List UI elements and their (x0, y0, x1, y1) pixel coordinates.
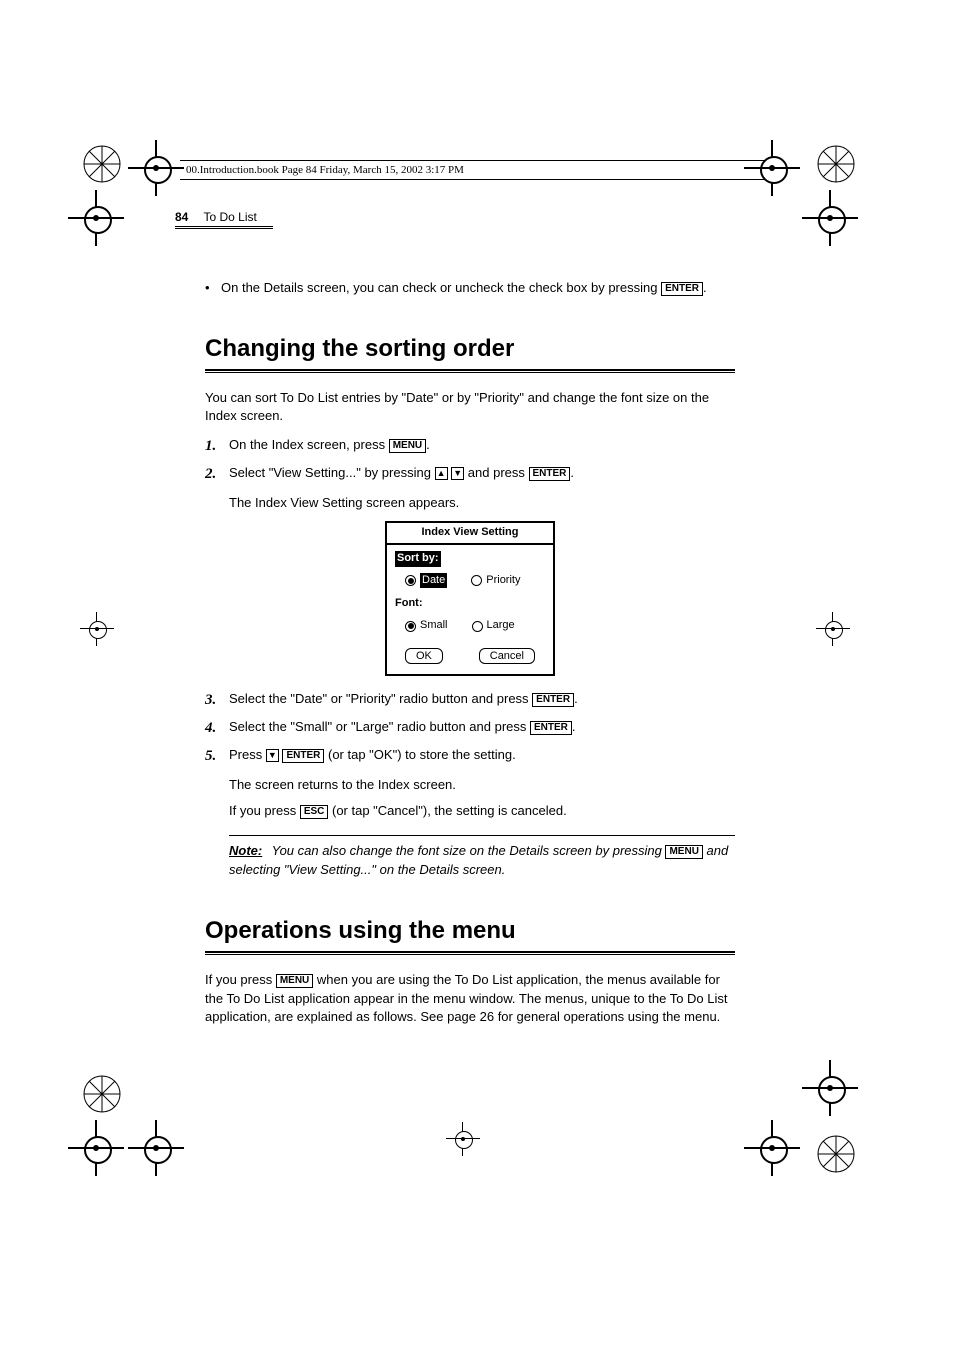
sort-by-label: Sort by: (395, 551, 441, 567)
menu-key-icon: MENU (276, 974, 313, 988)
step-note: If you press ESC (or tap "Cancel"), the … (229, 802, 735, 821)
section-heading: Operations using the menu (205, 914, 735, 949)
printmark-icon (812, 1130, 860, 1178)
crop-crosshair-icon (452, 1128, 488, 1164)
down-arrow-key-icon: ▼ (266, 749, 279, 762)
running-head-rule (175, 226, 273, 229)
bullet-icon: • (205, 279, 221, 298)
enter-key-icon: ENTER (529, 467, 571, 481)
running-head: 84 To Do List (175, 210, 735, 224)
crop-crosshair-icon (812, 1070, 848, 1106)
step-note: The screen returns to the Index screen. (229, 776, 735, 795)
printmark-icon (812, 140, 860, 188)
step-item: 5. Press ▼ ENTER (or tap "OK") to store … (205, 746, 735, 768)
step-item: 2. Select "View Setting..." by pressing … (205, 464, 735, 486)
radio-priority[interactable]: Priority (471, 573, 520, 589)
step-list: 3. Select the "Date" or "Priority" radio… (205, 690, 735, 767)
section-rule (205, 951, 735, 955)
esc-key-icon: ESC (300, 805, 329, 819)
note-label: Note: (229, 843, 262, 858)
page-content: 84 To Do List • On the Details screen, y… (175, 210, 735, 1027)
printmark-icon (78, 140, 126, 188)
page-number: 84 (175, 210, 188, 224)
crop-crosshair-icon (754, 1130, 790, 1166)
radio-large[interactable]: Large (472, 618, 515, 634)
step-item: 1. On the Index screen, press MENU. (205, 436, 735, 458)
section-heading: Changing the sorting order (205, 332, 735, 367)
crop-crosshair-icon (138, 1130, 174, 1166)
radio-small[interactable]: Small (405, 618, 448, 634)
crop-crosshair-icon (78, 1130, 114, 1166)
step-list: 1. On the Index screen, press MENU. 2. S… (205, 436, 735, 486)
up-arrow-key-icon: ▲ (435, 467, 448, 480)
cancel-button[interactable]: Cancel (479, 648, 535, 664)
crop-crosshair-icon (138, 150, 174, 186)
bullet-item: • On the Details screen, you can check o… (205, 279, 735, 298)
print-job-header: 00.Introduction.book Page 84 Friday, Mar… (180, 160, 766, 180)
crop-crosshair-icon (78, 200, 114, 236)
running-head-title: To Do List (203, 210, 256, 224)
step-item: 3. Select the "Date" or "Priority" radio… (205, 690, 735, 712)
enter-key-icon: ENTER (282, 749, 324, 763)
crop-crosshair-icon (822, 618, 858, 654)
enter-key-icon: ENTER (532, 693, 574, 707)
note-block: Note: You can also change the font size … (229, 835, 735, 880)
step-item: 4. Select the "Small" or "Large" radio b… (205, 718, 735, 740)
menu-key-icon: MENU (389, 439, 426, 453)
bullet-text: On the Details screen, you can check or … (221, 280, 661, 295)
dialog-title: Index View Setting (387, 523, 553, 545)
section-rule (205, 369, 735, 373)
crop-crosshair-icon (812, 200, 848, 236)
radio-date[interactable]: Date (405, 573, 447, 589)
step-note: The Index View Setting screen appears. (229, 494, 735, 513)
menu-key-icon: MENU (665, 845, 702, 859)
enter-key-icon: ENTER (530, 721, 572, 735)
printmark-icon (78, 1070, 126, 1118)
font-label: Font: (395, 596, 422, 612)
section-paragraph: If you press MENU when you are using the… (205, 971, 735, 1028)
section-lead: You can sort To Do List entries by "Date… (205, 389, 735, 427)
crop-crosshair-icon (86, 618, 122, 654)
ok-button[interactable]: OK (405, 648, 443, 664)
down-arrow-key-icon: ▼ (451, 467, 464, 480)
enter-key-icon: ENTER (661, 282, 703, 296)
index-view-setting-dialog: Index View Setting Sort by: Date Priorit… (385, 521, 555, 677)
